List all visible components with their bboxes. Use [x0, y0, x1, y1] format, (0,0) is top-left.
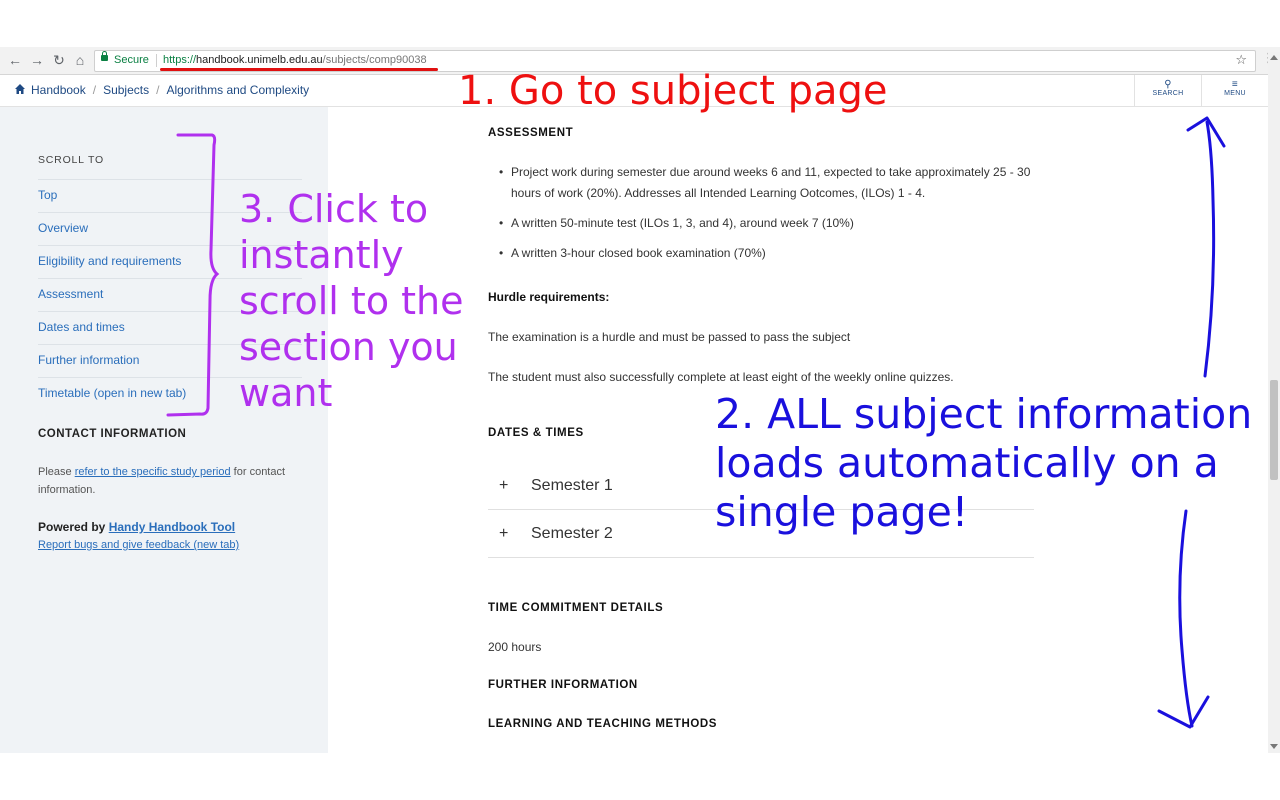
menu-button[interactable]: ≡ MENU: [1201, 75, 1268, 106]
report-bugs-link[interactable]: Report bugs and give feedback (new tab): [38, 539, 239, 551]
breadcrumb-handbook[interactable]: Handbook: [31, 83, 86, 97]
semester-label: Semester 1: [531, 477, 613, 494]
breadcrumb-separator: /: [92, 83, 97, 97]
breadcrumb-subjects[interactable]: Subjects: [103, 83, 149, 97]
powered-by: Powered by Handy Handbook Tool: [38, 520, 235, 534]
home-icon[interactable]: ⌂: [71, 51, 89, 69]
breadcrumb: Handbook / Subjects / Algorithms and Complex…: [14, 83, 309, 97]
assessment-list: Project work during semester due around …: [488, 162, 1038, 273]
forward-icon[interactable]: →: [28, 51, 46, 69]
url-path: /subjects/comp90038: [322, 54, 427, 66]
contact-text: Please refer to the specific study perio…: [38, 463, 308, 499]
scroll-to-heading: SCROLL TO: [38, 154, 104, 166]
url-text[interactable]: https://handbook.unimelb.edu.au/subjects…: [163, 54, 427, 66]
house-icon: [15, 84, 25, 94]
annotation-step-2: 2. ALL subject information loads automat…: [715, 390, 1253, 536]
assessment-item: A written 3-hour closed book examination…: [488, 243, 1038, 264]
time-commitment-value: 200 hours: [488, 640, 542, 654]
breadcrumb-subject[interactable]: Algorithms and Complexity: [166, 83, 309, 97]
secure-label: Secure: [114, 54, 149, 66]
assessment-item: A written 50-minute test (ILOs 1, 3, and…: [488, 213, 1038, 234]
search-icon: ⚲: [1164, 79, 1172, 90]
hamburger-icon: ≡: [1231, 79, 1239, 90]
contact-heading: CONTACT INFORMATION: [38, 428, 187, 440]
powered-prefix: Powered by: [38, 520, 109, 534]
time-commitment-heading: TIME COMMITMENT DETAILS: [488, 602, 664, 614]
omnibox-divider: [156, 54, 157, 67]
hurdle-text: The examination is a hurdle and must be …: [488, 330, 851, 344]
assessment-heading: ASSESSMENT: [488, 127, 574, 139]
reload-icon[interactable]: ↻: [50, 51, 68, 69]
assessment-item: Project work during semester due around …: [488, 162, 1038, 204]
search-button[interactable]: ⚲ SEARCH: [1134, 75, 1201, 106]
expand-plus-icon: +: [499, 477, 509, 494]
contact-prefix: Please: [38, 466, 75, 478]
further-info-heading: FURTHER INFORMATION: [488, 679, 638, 691]
learning-methods-heading: LEARNING AND TEACHING METHODS: [488, 718, 718, 730]
semester-label: Semester 2: [531, 525, 613, 542]
lock-icon: [101, 51, 108, 61]
annotation-step-3: 3. Click to instantly scroll to the sect…: [239, 187, 464, 415]
dates-heading: DATES & TIMES: [488, 427, 584, 439]
menu-label: MENU: [1224, 90, 1246, 97]
quiz-text: The student must also successfully compl…: [488, 370, 954, 384]
expand-plus-icon: +: [499, 525, 509, 542]
tool-link[interactable]: Handy Handbook Tool: [109, 520, 235, 534]
scroll-down-arrow-icon[interactable]: [1270, 744, 1278, 749]
url-underline-annotation: [160, 68, 438, 71]
hurdle-heading: Hurdle requirements:: [488, 290, 610, 304]
url-protocol: https://: [163, 54, 197, 66]
contact-link[interactable]: refer to the specific study period: [75, 466, 231, 478]
bookmark-star-icon[interactable]: ☆: [1235, 52, 1247, 68]
back-icon[interactable]: ←: [6, 51, 24, 69]
annotation-step-1: 1. Go to subject page: [458, 68, 888, 114]
breadcrumb-separator: /: [156, 83, 160, 97]
url-host: handbook.unimelb.edu.au: [196, 54, 323, 66]
search-label: SEARCH: [1152, 90, 1184, 97]
scroll-up-arrow-icon[interactable]: [1270, 55, 1278, 60]
